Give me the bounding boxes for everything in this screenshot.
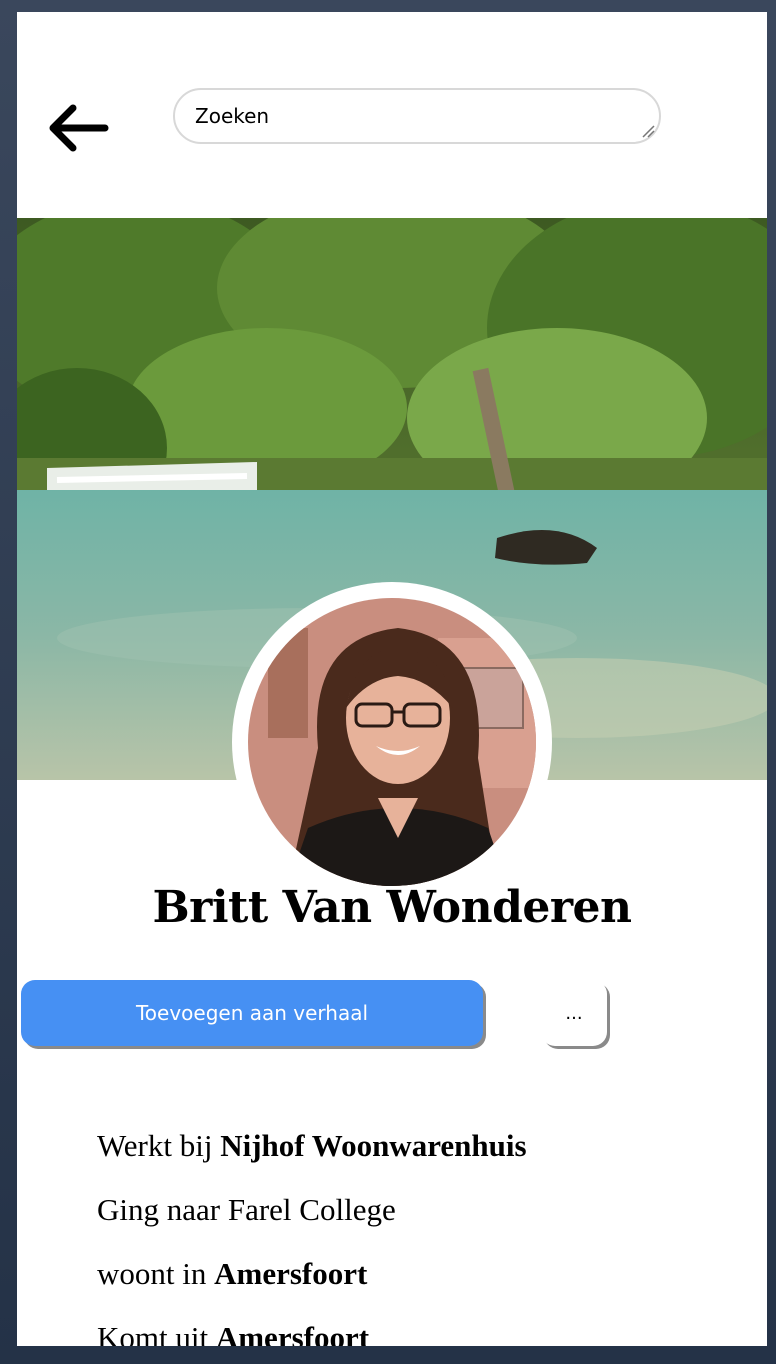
- info-work-prefix: Werkt bij: [97, 1128, 221, 1163]
- avatar[interactable]: [248, 598, 536, 886]
- back-button[interactable]: [45, 98, 115, 158]
- info-school-text: Ging naar Farel College: [97, 1192, 396, 1227]
- info-school: Ging naar Farel College: [97, 1178, 527, 1242]
- search-input[interactable]: Zoeken: [173, 88, 661, 144]
- resize-grip-icon[interactable]: [641, 124, 655, 138]
- profile-name: Britt Van Wonderen: [152, 882, 632, 933]
- search-input-text: Zoeken: [195, 104, 270, 128]
- info-lives: woont in Amersfoort: [97, 1242, 527, 1306]
- info-from: Komt uit Amersfoort: [97, 1306, 527, 1346]
- top-bar: Zoeken: [17, 12, 767, 218]
- profile-page: Zoeken Britt Van Wonderen Toevoegen aan …: [17, 12, 767, 1346]
- info-work-value: Nijhof Woonwarenhuis: [220, 1128, 527, 1163]
- add-to-story-button[interactable]: Toevoegen aan verhaal: [21, 980, 483, 1046]
- profile-info-list: Werkt bij Nijhof Woonwarenhuis Ging naar…: [97, 1114, 527, 1346]
- more-options-button[interactable]: ...: [541, 980, 607, 1046]
- info-from-prefix: Komt uit: [97, 1320, 216, 1346]
- info-lives-value: Amersfoort: [214, 1256, 368, 1291]
- info-from-value: Amersfoort: [215, 1320, 370, 1346]
- info-lives-prefix: woont in: [97, 1256, 215, 1291]
- info-work: Werkt bij Nijhof Woonwarenhuis: [97, 1114, 527, 1178]
- arrow-left-icon: [49, 104, 109, 152]
